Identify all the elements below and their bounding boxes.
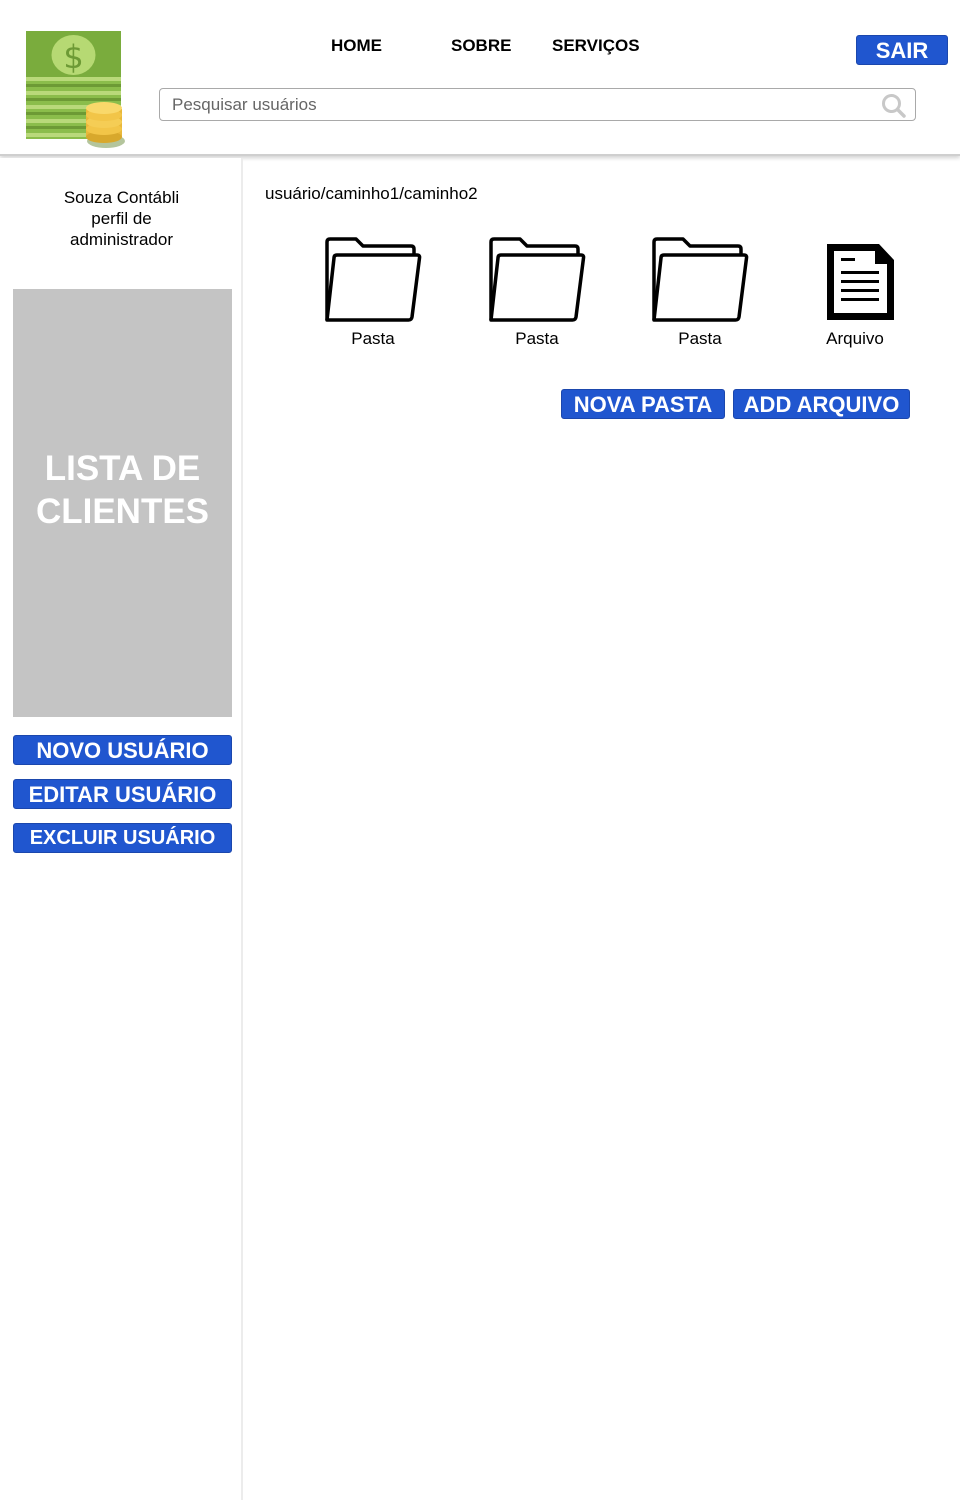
- add-file-button[interactable]: ADD ARQUIVO: [733, 389, 910, 419]
- sidebar: Souza Contábli perfil de administrador L…: [0, 158, 243, 1500]
- company-name: Souza Contábli: [63, 188, 180, 207]
- profile-info: Souza Contábli perfil de administrador: [0, 187, 243, 250]
- file-label: Arquivo: [826, 329, 884, 348]
- folder-label: Pasta: [678, 329, 722, 348]
- folder-item[interactable]: Pasta: [313, 236, 433, 352]
- nav-servicos-link[interactable]: SERVIÇOS: [552, 36, 640, 56]
- delete-user-button[interactable]: EXCLUIR USUÁRIO: [13, 823, 232, 853]
- search-input[interactable]: [172, 93, 862, 117]
- new-user-button[interactable]: NOVO USUÁRIO: [13, 735, 232, 765]
- logout-button[interactable]: SAIR: [856, 35, 948, 65]
- client-list-title: LISTA DE CLIENTES: [35, 449, 210, 531]
- money-stack-coins-icon[interactable]: $: [26, 31, 126, 149]
- breadcrumb: usuário/caminho1/caminho2: [265, 184, 478, 203]
- folder-label: Pasta: [351, 329, 395, 348]
- search-bar: [159, 88, 916, 121]
- svg-text:$: $: [63, 38, 83, 76]
- folder-item[interactable]: Pasta: [640, 236, 760, 352]
- edit-user-button[interactable]: EDITAR USUÁRIO: [13, 779, 232, 809]
- new-folder-button[interactable]: NOVA PASTA: [561, 389, 725, 419]
- search-icon[interactable]: [881, 93, 907, 119]
- file-item[interactable]: Arquivo: [795, 236, 915, 352]
- profile-role-line1: perfil de: [91, 209, 152, 228]
- folder-item[interactable]: Pasta: [477, 236, 597, 352]
- profile-role-line2: administrador: [70, 230, 173, 249]
- folder-icon: [489, 237, 586, 322]
- client-list-panel[interactable]: LISTA DE CLIENTES: [13, 289, 232, 717]
- folder-label: Pasta: [515, 329, 559, 348]
- document-icon: [827, 244, 894, 320]
- nav-home-link[interactable]: HOME: [331, 36, 382, 56]
- folder-icon: [325, 237, 422, 322]
- header: $ HOME SOBRE SERVIÇOS SAIR: [0, 0, 960, 156]
- folder-icon: [652, 237, 749, 322]
- nav-sobre-link[interactable]: SOBRE: [451, 36, 511, 56]
